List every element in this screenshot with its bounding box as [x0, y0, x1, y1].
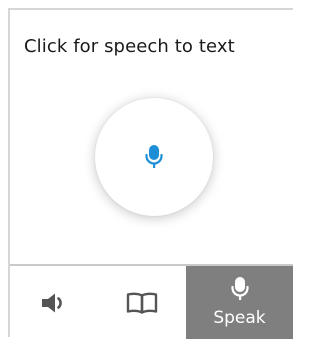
panel-title: Click for speech to text [24, 36, 235, 57]
microphone-icon [145, 145, 163, 168]
bottom-toolbar: Speak [10, 264, 293, 339]
microphone-icon [230, 277, 249, 300]
speak-button[interactable]: Speak [186, 266, 293, 339]
speech-to-text-button[interactable] [95, 98, 213, 216]
speaker-icon [42, 293, 62, 312]
speech-panel: Click for speech to text Speak [8, 8, 293, 339]
audio-button[interactable] [10, 266, 98, 339]
speak-label: Speak [213, 308, 266, 328]
book-icon [126, 292, 158, 314]
reader-button[interactable] [98, 266, 186, 339]
